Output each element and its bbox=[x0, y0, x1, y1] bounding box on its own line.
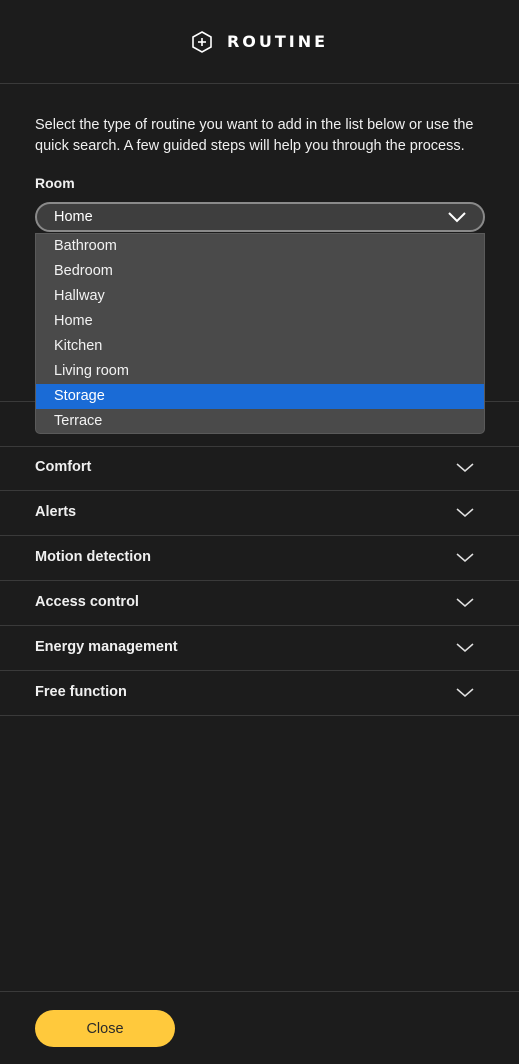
page-header: ROUTINE bbox=[0, 0, 519, 84]
room-option[interactable]: Hallway bbox=[36, 284, 484, 309]
room-label: Room bbox=[35, 175, 75, 191]
category-alerts[interactable]: Alerts bbox=[0, 491, 519, 536]
room-select-value: Home bbox=[54, 209, 93, 225]
chevron-down-icon bbox=[456, 508, 474, 517]
footer-bar: Close bbox=[0, 991, 519, 1064]
category-energy-management[interactable]: Energy management bbox=[0, 626, 519, 671]
chevron-down-icon bbox=[456, 553, 474, 562]
room-option[interactable]: Terrace bbox=[36, 409, 484, 433]
room-option[interactable]: Storage bbox=[36, 384, 484, 409]
room-option[interactable]: Kitchen bbox=[36, 334, 484, 359]
category-label: Free function bbox=[35, 684, 127, 700]
category-label: Motion detection bbox=[35, 549, 151, 565]
section-divider bbox=[0, 446, 519, 447]
category-free-function[interactable]: Free function bbox=[0, 671, 519, 716]
add-hexagon-icon bbox=[192, 30, 212, 53]
room-option[interactable]: Bathroom bbox=[36, 234, 484, 259]
category-comfort[interactable]: Comfort bbox=[0, 446, 519, 491]
chevron-down-icon bbox=[456, 688, 474, 697]
category-label: Comfort bbox=[35, 459, 92, 475]
category-label: Alerts bbox=[35, 504, 77, 520]
intro-text: Select the type of routine you want to a… bbox=[35, 117, 474, 154]
room-option[interactable]: Home bbox=[36, 309, 484, 334]
chevron-down-icon bbox=[456, 463, 474, 472]
category-access-control[interactable]: Access control bbox=[0, 581, 519, 626]
category-motion-detection[interactable]: Motion detection bbox=[0, 536, 519, 581]
close-button[interactable]: Close bbox=[35, 1010, 175, 1047]
room-select[interactable]: Home bbox=[35, 202, 485, 232]
room-dropdown-list[interactable]: Bathroom Bedroom Hallway Home Kitchen Living … bbox=[35, 233, 485, 434]
chevron-down-icon bbox=[456, 598, 474, 607]
category-label: Energy management bbox=[35, 639, 178, 655]
category-label: Access control bbox=[35, 594, 139, 610]
room-option[interactable]: Living room bbox=[36, 359, 484, 384]
room-option[interactable]: Bedroom bbox=[36, 259, 484, 284]
chevron-down-icon bbox=[456, 643, 474, 652]
page-title: ROUTINE bbox=[226, 32, 329, 51]
chevron-up-down-icon bbox=[448, 212, 466, 223]
